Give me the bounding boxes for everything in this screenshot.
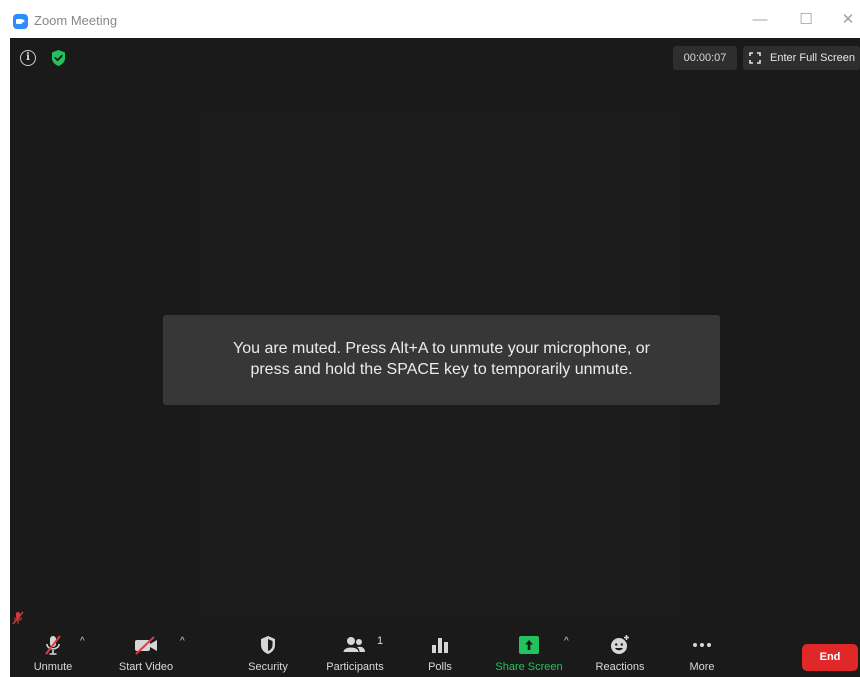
muted-notification: You are muted. Press Alt+A to unmute you… <box>163 315 720 405</box>
end-meeting-button[interactable]: End <box>802 644 858 671</box>
unmute-label: Unmute <box>33 661 73 673</box>
polls-button[interactable]: Polls <box>420 626 460 677</box>
enter-full-screen-button[interactable]: Enter Full Screen <box>743 46 860 70</box>
share-screen-button[interactable]: Share Screen <box>490 626 568 677</box>
self-muted-indicator-icon <box>12 611 24 625</box>
zoom-logo-icon <box>13 14 28 29</box>
minimize-button[interactable]: — <box>750 10 770 30</box>
more-icon <box>693 643 711 647</box>
meeting-window: i 00:00:07 Enter Full Screen You are mut… <box>10 38 860 677</box>
unmute-button[interactable]: Unmute <box>28 626 78 677</box>
participants-button[interactable]: 1 Participants <box>322 626 388 677</box>
security-shield-icon <box>261 636 275 654</box>
start-video-label: Start Video <box>118 661 174 673</box>
more-button[interactable]: More <box>682 626 722 677</box>
polls-icon <box>432 638 448 653</box>
close-button[interactable]: ✕ <box>838 10 858 30</box>
security-label: Security <box>248 661 288 673</box>
fullscreen-icon <box>749 52 761 64</box>
security-button[interactable]: Security <box>240 626 296 677</box>
more-label: More <box>689 661 715 673</box>
start-video-button[interactable]: Start Video <box>113 626 179 677</box>
title-bar: Zoom Meeting — ☐ ✕ <box>0 0 860 38</box>
reactions-label: Reactions <box>595 661 645 673</box>
share-screen-label: Share Screen <box>495 661 563 673</box>
fullscreen-label: Enter Full Screen <box>770 52 855 64</box>
video-options-caret[interactable]: ^ <box>180 636 190 647</box>
participants-count: 1 <box>377 635 384 647</box>
meeting-toolbar: Unmute ^ Start Video ^ Security 1 Partic… <box>10 626 860 677</box>
polls-label: Polls <box>428 661 452 673</box>
video-off-icon <box>135 636 157 655</box>
muted-notification-line-1: You are muted. Press Alt+A to unmute you… <box>233 340 650 357</box>
microphone-muted-icon <box>45 635 61 655</box>
reactions-icon <box>611 635 629 654</box>
reactions-button[interactable]: Reactions <box>590 626 650 677</box>
meeting-timer: 00:00:07 <box>673 46 737 70</box>
share-options-caret[interactable]: ^ <box>564 636 574 647</box>
maximize-button[interactable]: ☐ <box>796 10 816 30</box>
share-screen-icon <box>519 636 539 654</box>
participants-label: Participants <box>326 661 384 673</box>
audio-options-caret[interactable]: ^ <box>80 636 90 647</box>
participants-icon <box>343 637 365 652</box>
muted-notification-line-2: press and hold the SPACE key to temporar… <box>250 361 633 378</box>
shield-check-icon[interactable] <box>50 49 67 67</box>
info-icon[interactable]: i <box>20 50 36 66</box>
window-title: Zoom Meeting <box>34 13 118 28</box>
